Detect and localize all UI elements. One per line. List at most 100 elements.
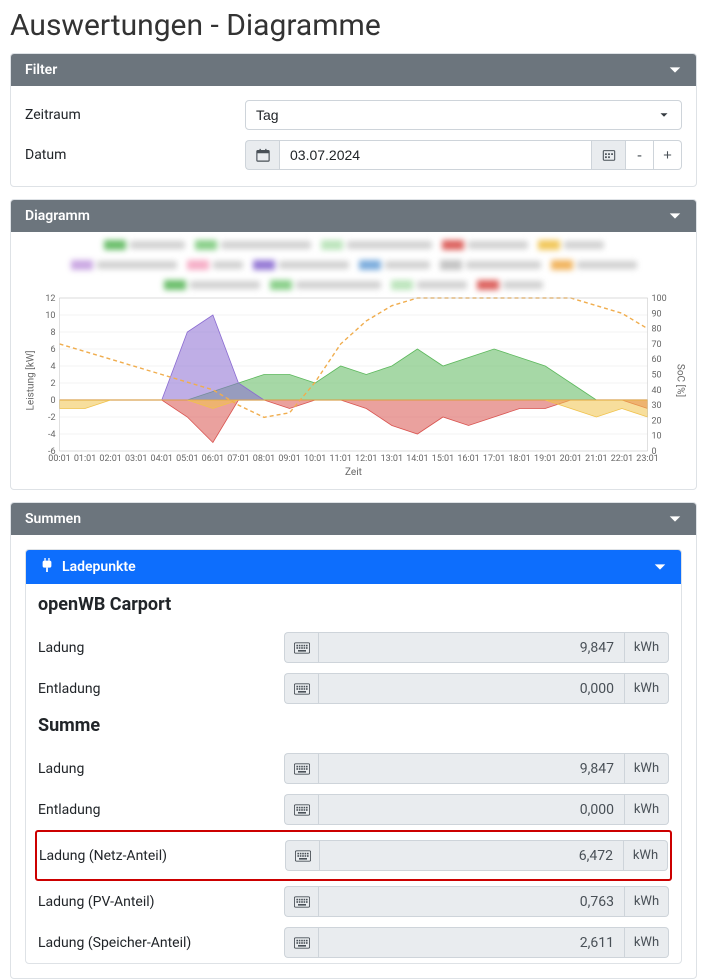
data-unit: kWh (625, 673, 669, 704)
summen-header[interactable]: Summen (11, 503, 696, 535)
chevron-down-icon (668, 209, 682, 223)
summen-header-label: Summen (25, 511, 81, 527)
filter-header[interactable]: Filter (11, 54, 696, 86)
date-prev-button[interactable]: - (626, 140, 654, 170)
data-unit: kWh (625, 927, 669, 958)
svg-text:02:01: 02:01 (99, 454, 121, 464)
svg-text:20: 20 (652, 416, 662, 426)
datum-row: Datum - + (25, 140, 682, 170)
data-value: 9,847 (318, 632, 625, 663)
svg-text:50: 50 (652, 371, 662, 381)
svg-text:01:01: 01:01 (74, 454, 96, 464)
data-row: Ladung 9,847kWh (38, 748, 669, 789)
svg-text:18:01: 18:01 (508, 454, 530, 464)
summen-card: Summen Ladepunkte openWB Carport Ladung9… (10, 502, 697, 979)
svg-text:100: 100 (652, 294, 667, 304)
svg-text:07:01: 07:01 (227, 454, 249, 464)
svg-text:20:01: 20:01 (560, 454, 582, 464)
svg-text:19:01: 19:01 (534, 454, 556, 464)
svg-text:90: 90 (652, 309, 662, 319)
zeitraum-label: Zeitraum (25, 107, 245, 123)
data-unit: kWh (625, 886, 669, 917)
data-row: Entladung 0,000kWh (38, 789, 669, 830)
svg-text:40: 40 (652, 386, 662, 396)
data-value: 9,847 (318, 753, 625, 784)
svg-text:70: 70 (652, 340, 662, 350)
data-unit: kWh (625, 753, 669, 784)
svg-text:2: 2 (50, 379, 55, 389)
data-value: 2,611 (318, 927, 625, 958)
diagramm-header-label: Diagramm (25, 208, 90, 224)
svg-text:09:01: 09:01 (278, 454, 300, 464)
ladepunkte-body: openWB Carport Ladung9,847kWhEntladung0,… (26, 584, 681, 963)
svg-text:30: 30 (652, 401, 662, 411)
data-value: 6,472 (319, 840, 624, 871)
datum-label: Datum (25, 147, 245, 163)
svg-text:SoC [%]: SoC [%] (675, 364, 687, 397)
keyboard-icon (285, 840, 319, 871)
ladepunkte-card: Ladepunkte openWB Carport Ladung9,847kWh… (25, 549, 682, 964)
svg-text:10: 10 (652, 432, 662, 442)
data-label: Ladung (Speicher-Anteil) (38, 935, 284, 951)
svg-text:13:01: 13:01 (381, 454, 403, 464)
calendar-icon[interactable] (245, 140, 279, 170)
svg-text:08:01: 08:01 (253, 454, 275, 464)
data-value: 0,000 (318, 673, 625, 704)
keyboard-icon (284, 632, 318, 663)
svg-text:-2: -2 (48, 413, 56, 423)
chevron-down-icon (668, 63, 682, 77)
svg-text:04:01: 04:01 (151, 454, 173, 464)
data-label: Ladung (PV-Anteil) (38, 894, 284, 910)
data-label: Entladung (38, 681, 284, 697)
svg-text:10:01: 10:01 (304, 454, 326, 464)
data-label: Entladung (38, 802, 284, 818)
chart-body: -6-4-2024681012010203040506070809010000:… (11, 232, 696, 489)
chart-legend (21, 238, 686, 290)
svg-text:05:01: 05:01 (176, 454, 198, 464)
svg-text:Zeit: Zeit (345, 467, 362, 478)
svg-text:10: 10 (45, 311, 55, 321)
data-value: 0,000 (318, 794, 625, 825)
keyboard-icon (284, 753, 318, 784)
data-label: Ladung (38, 640, 284, 656)
datum-input[interactable] (279, 140, 592, 170)
date-next-button[interactable]: + (654, 140, 682, 170)
data-label: Ladung (Netz-Anteil) (39, 848, 285, 864)
data-row: Ladung (Speicher-Anteil) 2,611kWh (38, 922, 669, 963)
keyboard-icon (284, 794, 318, 825)
data-row: Ladung (PV-Anteil)0,763kWh (38, 881, 669, 922)
plug-icon (40, 558, 54, 576)
svg-text:22:01: 22:01 (611, 454, 633, 464)
svg-text:03:01: 03:01 (125, 454, 147, 464)
diagramm-card: Diagramm -6-4-20246810120102030405060708… (10, 199, 697, 490)
svg-text:12: 12 (45, 294, 55, 304)
svg-text:-4: -4 (48, 430, 56, 440)
filter-card: Filter Zeitraum Tag Datum (10, 53, 697, 187)
svg-text:06:01: 06:01 (202, 454, 224, 464)
filter-header-label: Filter (25, 62, 57, 78)
summe-title: Summe (38, 715, 669, 736)
calendar-picker-icon[interactable] (592, 140, 626, 170)
svg-text:12:01: 12:01 (355, 454, 377, 464)
svg-text:23:01: 23:01 (636, 454, 658, 464)
page-title: Auswertungen - Diagramme (10, 8, 697, 43)
data-row: Entladung 0,000kWh (38, 668, 669, 709)
svg-text:17:01: 17:01 (483, 454, 505, 464)
data-unit: kWh (625, 632, 669, 663)
ladepunkte-header[interactable]: Ladepunkte (26, 550, 681, 584)
svg-text:6: 6 (50, 345, 55, 355)
data-unit: kWh (625, 794, 669, 825)
svg-text:21:01: 21:01 (585, 454, 607, 464)
diagramm-header[interactable]: Diagramm (11, 200, 696, 232)
data-row: Ladung (Netz-Anteil)6,472kWh (39, 835, 668, 876)
svg-text:14:01: 14:01 (406, 454, 428, 464)
keyboard-icon (284, 673, 318, 704)
keyboard-icon (284, 886, 318, 917)
data-label: Ladung (38, 761, 284, 777)
svg-text:16:01: 16:01 (457, 454, 479, 464)
keyboard-icon (284, 927, 318, 958)
svg-text:60: 60 (652, 355, 662, 365)
zeitraum-select[interactable]: Tag (245, 100, 682, 130)
svg-text:15:01: 15:01 (432, 454, 454, 464)
svg-text:11:01: 11:01 (330, 454, 352, 464)
